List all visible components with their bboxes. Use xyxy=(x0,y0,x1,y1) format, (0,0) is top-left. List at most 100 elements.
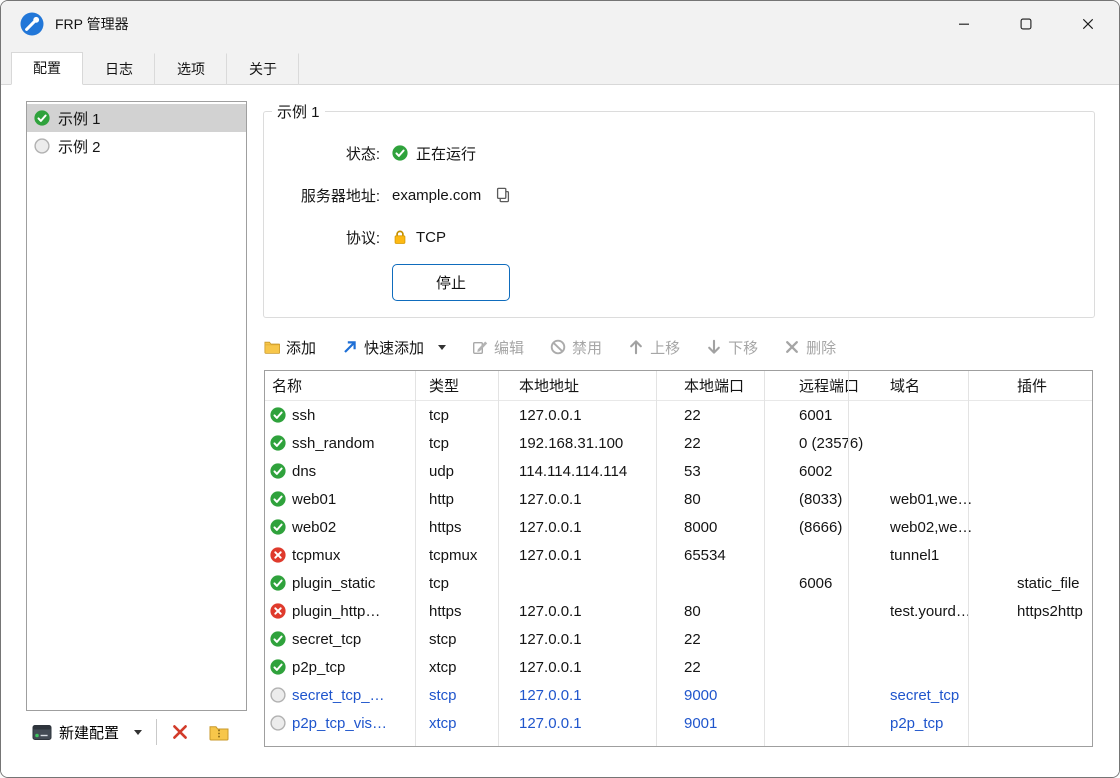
tab-about[interactable]: 关于 xyxy=(227,53,299,85)
cell-domain xyxy=(883,401,1010,430)
cell-name: p2p_tcp_vis… xyxy=(265,709,422,737)
tab-config[interactable]: 配置 xyxy=(11,52,83,85)
disable-icon xyxy=(550,339,566,355)
cell-plugin xyxy=(1010,457,1093,485)
status-error-icon xyxy=(270,547,286,563)
cell-domain xyxy=(883,569,1010,597)
folder-icon xyxy=(264,339,280,355)
column-divider xyxy=(415,371,416,746)
cell-name: web01 xyxy=(265,485,422,513)
cell-plugin xyxy=(1010,681,1093,709)
copy-icon[interactable] xyxy=(495,187,511,203)
status-stopped-icon xyxy=(34,138,50,154)
cell-plugin xyxy=(1010,485,1093,513)
status-ok-icon xyxy=(270,631,286,647)
cell-plugin: https2http xyxy=(1010,597,1093,625)
toolbar-quick-add-button[interactable]: 快速添加 xyxy=(342,337,446,358)
toolbar-move-up-button: 上移 xyxy=(628,337,680,358)
status-ok-icon xyxy=(270,491,286,507)
toolbar-delete-button: 删除 xyxy=(784,337,836,358)
cell-local_addr: 127.0.0.1 xyxy=(512,681,677,709)
cell-local_addr xyxy=(512,569,677,597)
cell-domain: secret_tcp xyxy=(883,681,1010,709)
status-running-icon xyxy=(34,110,50,126)
protocol-label: 协议: xyxy=(278,227,380,248)
toolbar-move-up-label: 上移 xyxy=(650,337,680,358)
status-label: 状态: xyxy=(278,143,380,164)
cell-remote_port: 6006 xyxy=(792,569,883,597)
cell-remote_port xyxy=(792,541,883,569)
main-content: 示例 1 示例 2 新建配置 示例 1 状态: 正在运行 xyxy=(1,85,1119,777)
cell-local_addr: 127.0.0.1 xyxy=(512,401,677,430)
tab-log[interactable]: 日志 xyxy=(83,53,155,85)
cell-local_port xyxy=(677,569,792,597)
window-controls xyxy=(933,1,1119,47)
cell-local_port: 22 xyxy=(677,653,792,681)
cell-domain: web02,we… xyxy=(883,513,1010,541)
cell-local_addr: 127.0.0.1 xyxy=(512,653,677,681)
config-list-item[interactable]: 示例 2 xyxy=(27,132,246,160)
column-header: 远程端口 xyxy=(792,371,883,401)
status-ok-icon xyxy=(270,519,286,535)
server-address-value: example.com xyxy=(392,187,481,204)
cell-remote_port xyxy=(792,653,883,681)
cell-domain xyxy=(883,457,1010,485)
tab-options[interactable]: 选项 xyxy=(155,53,227,85)
status-ok-icon xyxy=(270,575,286,591)
toolbar-delete-label: 删除 xyxy=(806,337,836,358)
cell-name: ssh xyxy=(265,401,422,430)
delete-config-button[interactable] xyxy=(165,719,195,745)
server-address-label: 服务器地址: xyxy=(278,185,380,206)
toolbar-disable-label: 禁用 xyxy=(572,337,602,358)
proxy-name: plugin_http… xyxy=(292,603,380,620)
config-list-item[interactable]: 示例 1 xyxy=(27,104,246,132)
close-button[interactable] xyxy=(1057,1,1119,47)
titlebar: FRP 管理器 xyxy=(1,1,1119,47)
config-list: 示例 1 示例 2 xyxy=(26,101,247,711)
status-ok-icon xyxy=(270,463,286,479)
app-logo-icon xyxy=(19,11,45,37)
status-value: 正在运行 xyxy=(416,143,476,164)
app-window: FRP 管理器 配置日志选项关于 示例 1 示例 2 新建配置 示例 1 xyxy=(0,0,1120,778)
stop-button[interactable]: 停止 xyxy=(392,264,510,301)
cell-name: secret_tcp_… xyxy=(265,681,422,709)
cell-local_addr: 127.0.0.1 xyxy=(512,597,677,625)
cell-remote_port xyxy=(792,625,883,653)
cell-name: tcpmux xyxy=(265,541,422,569)
move-down-icon xyxy=(706,339,722,355)
config-name: 示例 2 xyxy=(58,136,101,157)
cell-local_addr: 127.0.0.1 xyxy=(512,709,677,737)
cell-name: dns xyxy=(265,457,422,485)
cell-name: plugin_http… xyxy=(265,597,422,625)
toolbar-quick-add-label: 快速添加 xyxy=(364,337,424,358)
column-divider xyxy=(968,371,969,746)
new-config-icon xyxy=(32,724,52,741)
group-title: 示例 1 xyxy=(272,101,325,122)
toolbar-add-button[interactable]: 添加 xyxy=(264,337,316,358)
cell-local_addr: 127.0.0.1 xyxy=(512,625,677,653)
status-running-icon xyxy=(392,145,408,161)
quick-add-arrow-icon xyxy=(342,339,358,355)
chevron-down-icon xyxy=(438,345,446,350)
maximize-button[interactable] xyxy=(995,1,1057,47)
app-title: FRP 管理器 xyxy=(55,14,129,34)
cell-name: ssh_random xyxy=(265,429,422,457)
toolbar-move-down-label: 下移 xyxy=(728,337,758,358)
status-ok-icon xyxy=(270,407,286,423)
open-config-folder-button[interactable] xyxy=(203,720,235,745)
delete-icon xyxy=(784,339,800,355)
cell-domain xyxy=(883,653,1010,681)
cell-local_port: 22 xyxy=(677,625,792,653)
cell-domain: p2p_tcp xyxy=(883,709,1010,737)
server-address-field: 服务器地址: example.com xyxy=(278,183,511,207)
new-config-button[interactable]: 新建配置 xyxy=(26,718,148,747)
cell-plugin xyxy=(1010,625,1093,653)
minimize-button[interactable] xyxy=(933,1,995,47)
proxy-name: secret_tcp xyxy=(292,631,361,648)
proxy-name: ssh_random xyxy=(292,435,375,452)
cell-local_port: 9001 xyxy=(677,709,792,737)
proxy-name: tcpmux xyxy=(292,547,340,564)
proxy-name: web02 xyxy=(292,519,336,536)
column-header: 本地地址 xyxy=(512,371,677,401)
column-divider xyxy=(764,371,765,746)
